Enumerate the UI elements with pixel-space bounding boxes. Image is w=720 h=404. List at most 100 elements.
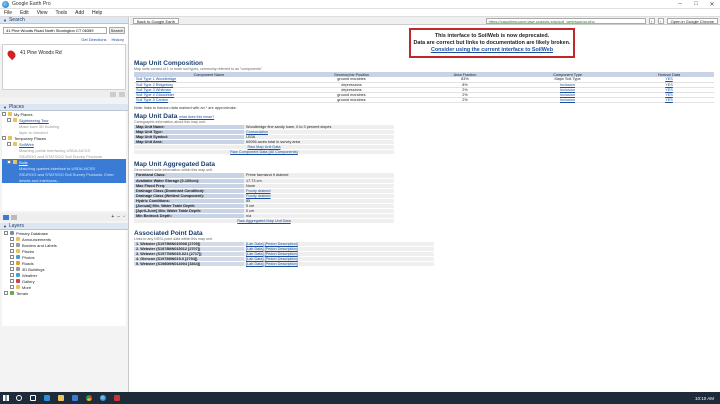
tree-sub-label: Matching queries interface to USDA-NCSS [19,165,96,171]
checkbox[interactable] [2,136,6,140]
drainage-link[interactable]: Poorly drained [246,189,270,193]
component-link[interactable]: Soil Type 4 Gloucester [136,93,174,97]
pedon-description-link[interactable]: [Pedon Description] [265,247,298,251]
checkbox[interactable] [7,142,11,146]
checkbox[interactable] [7,160,11,164]
remove-icon[interactable]: − [117,214,120,220]
lab-data-link[interactable]: [Lab Data] [246,257,264,261]
search-taskbar-icon[interactable] [12,392,26,404]
layers-panel-header[interactable]: ▼ Layers [0,223,128,230]
checkbox[interactable] [10,273,14,277]
horizon-link[interactable]: YES [665,93,673,97]
table-row: Raw Aggregated Map Unit Data [134,218,394,224]
nav-back-icon[interactable]: ‹ [648,17,655,24]
checkbox[interactable] [10,279,14,283]
checkbox[interactable] [10,261,14,265]
search-places-icon[interactable] [3,214,9,220]
search-button[interactable]: Search [109,27,125,34]
pedon-description-link[interactable]: [Pedon Description] [265,257,298,261]
checkbox[interactable] [10,255,14,259]
component-link[interactable]: Soil Type 1 Woodbridge [136,77,176,81]
lab-data-link[interactable]: [Lab Data] [246,262,264,266]
tree-link[interactable]: Soils [19,160,28,165]
menu-add[interactable]: Add [75,10,84,16]
open-in-chrome-button[interactable]: Open in Google Chrome [666,17,718,24]
pedon-description-link[interactable]: [Pedon Description] [265,242,298,246]
places-panel-header[interactable]: ▼ Places [0,104,128,111]
horizon-link[interactable]: YES [665,98,673,102]
component-cell: Soil Type 5 Canton [134,97,284,103]
store-icon[interactable] [68,392,82,404]
chrome-icon[interactable] [82,392,96,404]
horizon-link[interactable]: YES [665,77,673,81]
url-bar[interactable]: https://casoilresource.lawr.ucdavis.edu/… [485,17,646,24]
folder-up-icon[interactable]: ▫ [123,214,125,220]
checkbox[interactable] [7,118,11,122]
search-input[interactable] [3,27,107,34]
search-panel-header[interactable]: ▼ Search [0,17,128,24]
raw-component-link[interactable]: Raw Component Data (All Components) [230,150,298,154]
checkbox[interactable] [10,237,14,241]
horizon-note: Note: links to horizon data marked with … [134,105,237,110]
checkbox[interactable] [10,285,14,289]
history-link[interactable]: History [112,37,124,42]
current-interface-link[interactable]: Consider using the current interface to … [431,47,553,53]
file-explorer-icon[interactable] [54,392,68,404]
type-link[interactable]: Inclusion [560,98,575,102]
what-does-this-mean-link[interactable]: what does this mean? [179,115,214,119]
layers-list: Primary Database Announcements Borders a… [2,230,126,326]
component-link[interactable]: Soil Type 2 Ridgebury [136,83,173,87]
raw-map-unit-link[interactable]: Raw Map Unit Data [248,145,281,149]
tree-sub-label: Make sure 3D Building [19,123,60,129]
checkbox[interactable] [4,291,8,295]
google-earth-taskbar-icon[interactable] [96,392,110,404]
checkbox[interactable] [2,112,6,116]
tree-link[interactable]: Sightseeing Tour [19,118,49,123]
menu-file[interactable]: File [4,10,12,16]
horizon-link[interactable]: YES [665,88,673,92]
component-link[interactable]: Soil Type 5 Canton [136,98,168,102]
checkbox[interactable] [4,231,8,235]
type-link[interactable]: Inclusion [560,83,575,87]
minimize-icon[interactable]: – [672,1,688,8]
checkbox[interactable] [10,243,14,247]
lab-data-link[interactable]: [Lab Data] [246,242,264,246]
maximize-icon[interactable]: □ [688,1,704,8]
search-result-item[interactable]: 41 Pine Woods Rd [20,50,62,56]
tree-sub-label: details and interfaces... [19,177,61,183]
nav-forward-icon[interactable]: › [657,17,664,24]
close-icon[interactable]: ✕ [704,1,720,8]
task-view-icon[interactable] [26,392,40,404]
windows-start-icon[interactable] [0,392,12,404]
component-link[interactable]: Soil Type 3 Whitman [136,88,171,92]
menu-tools[interactable]: Tools [55,10,67,16]
lab-data-link[interactable]: [Lab Data] [246,252,264,256]
view-toggle-icon[interactable] [11,214,17,220]
add-icon[interactable]: + [111,214,114,220]
app-icon[interactable] [110,392,124,404]
layer-item[interactable]: Terrain [2,290,126,296]
tree-link[interactable]: SoilWeb [19,142,34,147]
menu-view[interactable]: View [37,10,48,16]
back-to-google-earth-button[interactable]: Back to Google Earth [133,17,180,24]
deprecation-notice: This interface to SoilWeb is now depreca… [409,28,575,58]
drainage-link[interactable]: Poorly drained [246,194,270,198]
menu-help[interactable]: Help [92,10,102,16]
type-link[interactable]: Inclusion [560,88,575,92]
map-unit-type-link[interactable]: Consociation [246,130,268,134]
checkbox[interactable] [10,267,14,271]
close-results-icon[interactable] [119,91,125,97]
pedon-description-link[interactable]: [Pedon Description] [265,252,298,256]
horizon-link[interactable]: YES [665,83,673,87]
raw-aggregated-link[interactable]: Raw Aggregated Map Unit Data [237,219,290,223]
pedon-description-link[interactable]: [Pedon Description] [265,262,298,266]
page-content: Map Unit Composition Map units consist o… [134,57,716,267]
get-directions-link[interactable]: Get Directions [81,37,106,42]
checkbox[interactable] [10,249,14,253]
edge-icon[interactable] [40,392,54,404]
type-link[interactable]: Inclusion [560,93,575,97]
copy-icon[interactable] [110,91,116,97]
menu-edit[interactable]: Edit [20,10,29,16]
lab-data-link[interactable]: [Lab Data] [246,247,264,251]
roads-icon [16,261,20,265]
